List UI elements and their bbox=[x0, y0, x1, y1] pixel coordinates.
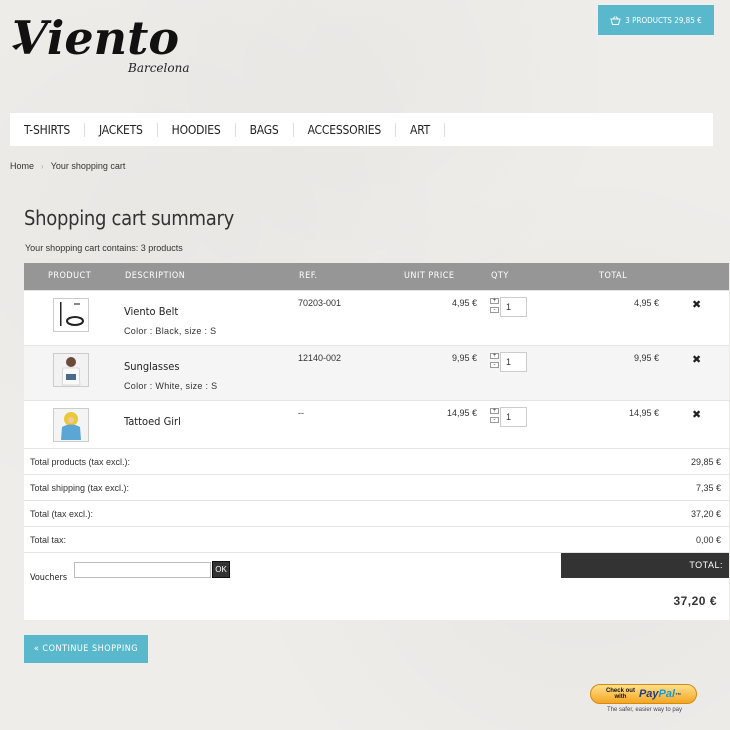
header-total: TOTAL bbox=[599, 271, 628, 281]
basket-icon bbox=[610, 15, 621, 25]
product-unit-price: 9,95 € bbox=[451, 353, 477, 363]
product-name-link[interactable]: Tattoed Girl bbox=[124, 415, 181, 428]
paypal-pal: Pal bbox=[658, 688, 676, 700]
product-name-link[interactable]: Sunglasses bbox=[124, 360, 180, 373]
delete-icon[interactable]: ✖ bbox=[692, 408, 701, 421]
qty-input[interactable] bbox=[500, 297, 527, 317]
svg-text:Viento: Viento bbox=[12, 11, 179, 65]
paypal-icon: Check out with PayPal™ bbox=[590, 684, 697, 704]
tattoed-girl-image-icon bbox=[54, 409, 88, 441]
summary-label: Total shipping (tax excl.): bbox=[30, 483, 130, 493]
delete-icon[interactable]: ✖ bbox=[692, 353, 701, 366]
viento-logo-icon: Viento Barcelona bbox=[12, 11, 189, 75]
quantity-control: + - bbox=[490, 297, 527, 317]
vouchers-label: Vouchers bbox=[30, 573, 68, 583]
product-unit-price: 4,95 € bbox=[451, 298, 477, 308]
qty-input[interactable] bbox=[500, 352, 527, 372]
product-total: 14,95 € bbox=[628, 408, 659, 418]
product-ref: -- bbox=[298, 408, 304, 418]
total-label-bar: TOTAL: bbox=[561, 553, 729, 578]
table-row: Sunglasses Color : White, size : S 12140… bbox=[24, 345, 729, 400]
total-label: TOTAL: bbox=[689, 560, 723, 570]
breadcrumb-home-link[interactable]: Home bbox=[10, 161, 34, 171]
breadcrumb: Home › Your shopping cart bbox=[10, 161, 125, 171]
cart-table: PRODUCT DESCRIPTION REF. UNIT PRICE QTY … bbox=[24, 263, 729, 620]
belt-image-icon bbox=[60, 302, 84, 326]
qty-increase-button[interactable]: + bbox=[490, 298, 499, 304]
header-product: PRODUCT bbox=[48, 271, 92, 281]
nav-item-tshirts[interactable]: T-SHIRTS bbox=[10, 122, 86, 137]
product-attributes: Color : White, size : S bbox=[124, 381, 218, 391]
site-logo[interactable]: Viento Barcelona bbox=[10, 8, 195, 76]
table-header: PRODUCT DESCRIPTION REF. UNIT PRICE QTY … bbox=[24, 263, 729, 290]
header-ref: REF. bbox=[299, 271, 318, 281]
product-unit-price: 14,95 € bbox=[446, 408, 477, 418]
nav-item-art[interactable]: ART bbox=[396, 122, 446, 137]
sunglasses-image-icon bbox=[54, 354, 88, 386]
header-description: DESCRIPTION bbox=[125, 271, 186, 281]
product-thumbnail[interactable] bbox=[53, 298, 89, 332]
quantity-control: + - bbox=[490, 407, 527, 427]
continue-shopping-button[interactable]: « CONTINUE SHOPPING bbox=[24, 635, 148, 663]
summary-row-total-products: Total products (tax excl.): 29,85 € bbox=[24, 448, 729, 474]
paypal-checkout-button[interactable]: Check out with PayPal™ The safer, easier… bbox=[590, 684, 699, 716]
product-thumbnail[interactable] bbox=[53, 408, 89, 442]
voucher-code-input[interactable] bbox=[74, 562, 211, 578]
table-row: Viento Belt Color : Black, size : S 7020… bbox=[24, 290, 729, 345]
header-cart-button[interactable]: 3 PRODUCTS 29,85 € bbox=[598, 5, 714, 35]
header-unit-price: UNIT PRICE bbox=[404, 271, 455, 281]
summary-row-total-tax-excl: Total (tax excl.): 37,20 € bbox=[24, 500, 729, 526]
nav-item-hoodies[interactable]: HOODIES bbox=[158, 122, 236, 137]
product-attributes: Color : Black, size : S bbox=[124, 326, 217, 336]
nav-item-accessories[interactable]: ACCESSORIES bbox=[294, 122, 397, 137]
nav-item-jackets[interactable]: JACKETS bbox=[85, 122, 158, 137]
delete-icon[interactable]: ✖ bbox=[692, 298, 701, 311]
cart-summary-label: 3 PRODUCTS 29,85 € bbox=[625, 15, 702, 25]
paypal-tagline: The safer, easier way to pay bbox=[606, 707, 683, 713]
summary-row-total-shipping: Total shipping (tax excl.): 7,35 € bbox=[24, 474, 729, 500]
breadcrumb-separator-icon: › bbox=[41, 161, 44, 171]
summary-value: 0,00 € bbox=[695, 535, 721, 545]
main-nav: T-SHIRTS JACKETS HOODIES BAGS ACCESSORIE… bbox=[10, 113, 713, 146]
product-name-link[interactable]: Viento Belt bbox=[124, 305, 178, 318]
summary-value: 7,35 € bbox=[695, 483, 721, 493]
summary-label: Total products (tax excl.): bbox=[30, 457, 131, 467]
product-ref: 70203-001 bbox=[298, 298, 342, 308]
cart-product-count: Your shopping cart contains: 3 products bbox=[25, 243, 183, 253]
summary-value: 29,85 € bbox=[690, 457, 721, 467]
product-total: 4,95 € bbox=[633, 298, 659, 308]
paypal-line2: with bbox=[614, 694, 627, 700]
qty-decrease-button[interactable]: - bbox=[490, 417, 499, 423]
total-price: 37,20 € bbox=[673, 594, 717, 608]
svg-text:Barcelona: Barcelona bbox=[127, 61, 189, 75]
qty-increase-button[interactable]: + bbox=[490, 353, 499, 359]
product-total: 9,95 € bbox=[633, 353, 659, 363]
qty-input[interactable] bbox=[500, 407, 527, 427]
voucher-ok-button[interactable]: OK bbox=[212, 561, 230, 578]
product-thumbnail[interactable] bbox=[53, 353, 89, 387]
paypal-pay: Pay bbox=[638, 688, 659, 700]
summary-row-total-tax: Total tax: 0,00 € bbox=[24, 526, 729, 552]
summary-label: Total (tax excl.): bbox=[30, 509, 94, 519]
page-title: Shopping cart summary bbox=[24, 206, 234, 230]
summary-label: Total tax: bbox=[30, 535, 67, 545]
header-qty: QTY bbox=[491, 271, 509, 281]
product-ref: 12140-002 bbox=[298, 353, 342, 363]
breadcrumb-current: Your shopping cart bbox=[50, 161, 126, 171]
quantity-control: + - bbox=[490, 352, 527, 372]
summary-value: 37,20 € bbox=[690, 509, 721, 519]
qty-increase-button[interactable]: + bbox=[490, 408, 499, 414]
nav-item-bags[interactable]: BAGS bbox=[236, 122, 294, 137]
qty-decrease-button[interactable]: - bbox=[490, 307, 499, 313]
table-row: Tattoed Girl -- 14,95 € + - 14,95 € ✖ bbox=[24, 400, 729, 448]
voucher-total-section: Vouchers OK TOTAL: 37,20 € bbox=[24, 552, 729, 620]
qty-decrease-button[interactable]: - bbox=[490, 362, 499, 368]
